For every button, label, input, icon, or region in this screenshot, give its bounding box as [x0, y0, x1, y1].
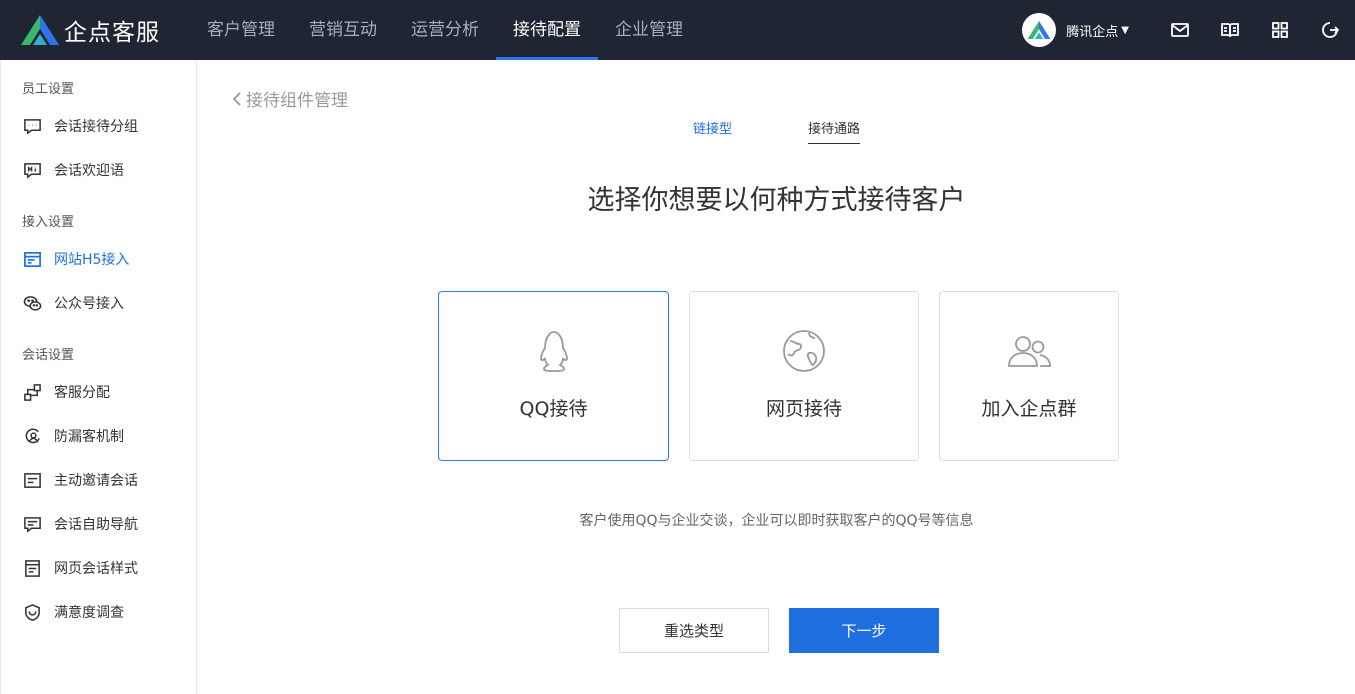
sidebar-section-title: 员工设置: [22, 82, 75, 97]
chat-group-icon: [22, 116, 42, 136]
tab-label: 接待通路: [808, 122, 861, 137]
nav-item-enterprise[interactable]: 企业管理: [598, 0, 700, 60]
nav-label: 运营分析: [411, 20, 479, 40]
user-menu[interactable]: 腾讯企点 ▼: [1022, 13, 1129, 47]
sidebar-item-wechat[interactable]: 公众号接入: [1, 283, 197, 323]
caret-down-icon: ▼: [1121, 24, 1129, 36]
tab-reception-channel[interactable]: 接待通路: [808, 118, 861, 144]
nav-label: 企业管理: [615, 20, 683, 40]
card-join-group[interactable]: 加入企点群: [939, 291, 1119, 461]
avatar-logo-icon: [1027, 21, 1051, 39]
nav-item-customer[interactable]: 客户管理: [190, 0, 292, 60]
card-web-reception[interactable]: 网页接待: [689, 291, 919, 461]
next-step-button[interactable]: 下一步: [789, 608, 939, 653]
sidebar-item-label: 网站H5接入: [54, 252, 130, 268]
card-label: 网页接待: [765, 398, 842, 420]
brand-name: 企点客服: [64, 20, 160, 46]
chevron-left-icon: [232, 91, 241, 106]
sidebar-item-label: 防漏客机制: [54, 429, 124, 445]
apps-grid-icon: [1272, 22, 1288, 38]
sidebar-section-title: 接入设置: [22, 215, 75, 230]
welcome-hi-icon: [22, 160, 42, 180]
nav-item-reception-config[interactable]: 接待配置: [496, 0, 598, 60]
qq-penguin-icon: [539, 331, 568, 372]
invite-icon: [22, 470, 42, 490]
sidebar-item-web-style[interactable]: 网页会话样式: [1, 548, 197, 588]
type-tabs: 链接型 接待通路: [198, 118, 1355, 144]
nav-label: 接待配置: [513, 20, 581, 40]
avatar: [1022, 13, 1057, 47]
logout-icon: [1322, 22, 1340, 38]
docs-button[interactable]: [1205, 0, 1255, 60]
page-title: 选择你想要以何种方式接待客户: [587, 185, 966, 216]
distribution-icon: [22, 382, 42, 402]
sidebar-item-anti-loss[interactable]: 防漏客机制: [1, 416, 197, 456]
nav-label: 客户管理: [207, 20, 275, 40]
sidebar-item-survey[interactable]: 满意度调查: [1, 592, 197, 632]
mail-button[interactable]: [1155, 0, 1205, 60]
brand-logo-icon: [21, 15, 59, 45]
method-description: 客户使用QQ与企业交谈，企业可以即时获取客户的QQ号等信息: [579, 513, 974, 529]
nav-item-analytics[interactable]: 运营分析: [394, 0, 496, 60]
card-label: QQ接待: [519, 398, 588, 420]
navigation-icon: [22, 514, 42, 534]
sidebar-item-label: 满意度调查: [54, 605, 124, 621]
mail-icon: [1171, 23, 1189, 37]
website-icon: [22, 249, 42, 269]
sidebar-item-label: 客服分配: [54, 385, 110, 401]
logout-button[interactable]: [1305, 0, 1355, 60]
sidebar-item-label: 网页会话样式: [54, 561, 138, 577]
style-icon: [22, 558, 42, 578]
top-navigation-bar: 企点客服 客户管理 营销互动 运营分析 接待配置 企业管理 腾讯企点 ▼: [0, 0, 1355, 60]
sidebar-item-label: 主动邀请会话: [54, 473, 138, 489]
brand[interactable]: 企点客服: [20, 13, 160, 47]
nav-item-marketing[interactable]: 营销互动: [292, 0, 394, 60]
sidebar-item-self-navigation[interactable]: 会话自助导航: [1, 504, 197, 544]
sidebar-item-label: 公众号接入: [54, 296, 124, 312]
back-link[interactable]: 接待组件管理: [230, 86, 348, 111]
apps-button[interactable]: [1255, 0, 1305, 60]
book-icon: [1221, 23, 1239, 38]
sidebar-item-chat-group[interactable]: 会话接待分组: [1, 106, 197, 146]
reselect-type-button[interactable]: 重选类型: [619, 608, 769, 653]
sidebar: 员工设置 会话接待分组 会话欢迎语 接入设置 网站H5接入 公众号接入 会话设置…: [0, 60, 197, 694]
tab-link-type[interactable]: 链接型: [693, 118, 732, 144]
sidebar-item-website-h5[interactable]: 网站H5接入: [1, 239, 197, 279]
group-users-icon: [1008, 336, 1051, 367]
anti-loss-icon: [22, 426, 42, 446]
sidebar-item-invite[interactable]: 主动邀请会话: [1, 460, 197, 500]
card-label: 加入企点群: [981, 398, 1077, 420]
reception-method-cards: QQ接待 网页接待 加入企点群: [438, 291, 1120, 461]
sidebar-item-label: 会话欢迎语: [54, 163, 124, 179]
wechat-icon: [22, 293, 42, 313]
globe-icon: [783, 330, 825, 372]
survey-icon: [22, 602, 42, 622]
main-content: 接待组件管理 链接型 接待通路 选择你想要以何种方式接待客户 QQ接待 网页接待: [198, 60, 1355, 694]
user-name: 腾讯企点: [1066, 24, 1119, 40]
sidebar-section-title: 会话设置: [22, 348, 75, 363]
sidebar-item-label: 会话自助导航: [54, 517, 138, 533]
back-label: 接待组件管理: [246, 91, 348, 111]
sidebar-item-label: 会话接待分组: [54, 119, 138, 135]
header-tools: 腾讯企点 ▼: [1022, 0, 1355, 60]
sidebar-item-welcome[interactable]: 会话欢迎语: [1, 150, 197, 190]
card-qq-reception[interactable]: QQ接待: [438, 291, 669, 461]
main-nav: 客户管理 营销互动 运营分析 接待配置 企业管理: [190, 0, 700, 60]
nav-label: 营销互动: [309, 20, 377, 40]
sidebar-item-distribution[interactable]: 客服分配: [1, 372, 197, 412]
tab-label: 链接型: [692, 122, 732, 137]
